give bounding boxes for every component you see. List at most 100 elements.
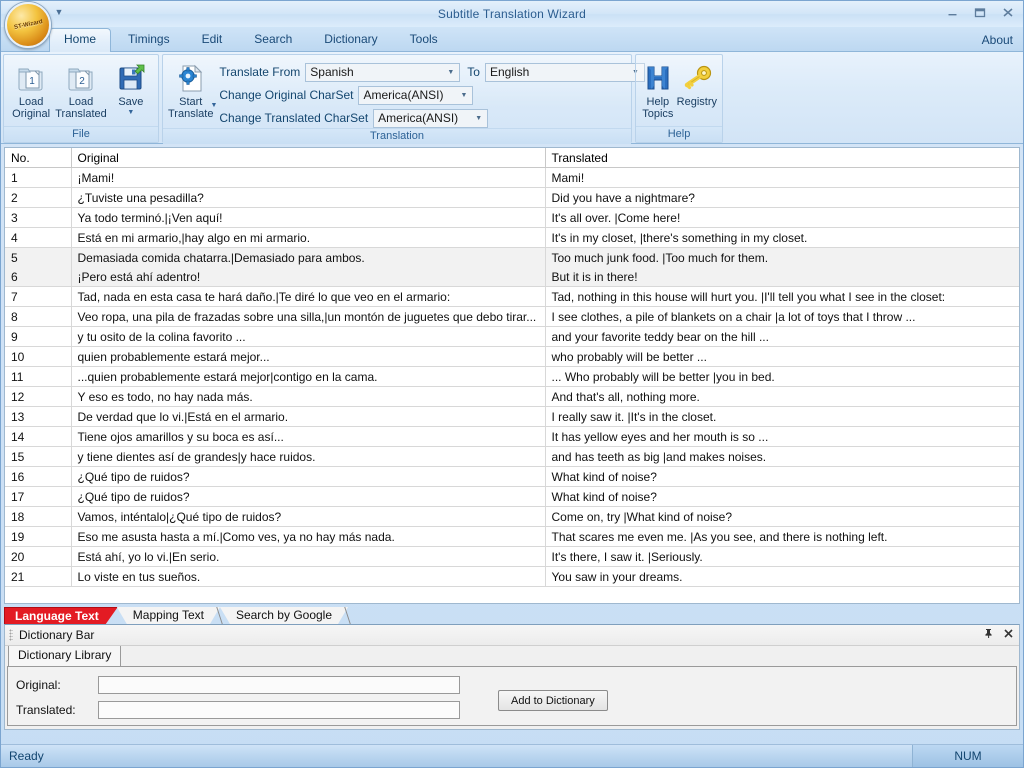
row-original-cell[interactable]: y tiene dientes así de grandes|y hace ru… — [71, 446, 546, 467]
row-translated-cell[interactable]: I really saw it. |It's in the closet. — [545, 406, 1019, 427]
row-original-cell[interactable]: Vamos, inténtalo|¿Qué tipo de ruidos? — [71, 506, 546, 527]
row-original-cell[interactable]: ...quien probablemente estará mejor|cont… — [71, 366, 546, 387]
table-row[interactable]: 15 y tiene dientes así de grandes|y hace … — [5, 446, 1019, 467]
row-translated-cell[interactable]: You saw in your dreams. — [545, 566, 1019, 587]
application-orb-button[interactable]: ST-Wizard — [5, 2, 51, 48]
row-original-cell[interactable]: Lo viste en tus sueños. — [71, 566, 546, 587]
row-original-cell[interactable]: quien probablemente estará mejor... — [71, 346, 546, 367]
tab-timings[interactable]: Timings — [113, 28, 185, 51]
drag-grip-icon[interactable] — [9, 629, 13, 641]
quick-access-toolbar-chevron-down-icon[interactable]: ▼ — [51, 5, 67, 19]
column-header-translated[interactable]: Translated — [545, 148, 1019, 168]
table-row[interactable]: 4 Está en mi armario,|hay algo en mi arma… — [5, 227, 1019, 248]
table-row[interactable]: 1 ¡Mami! Mami! — [5, 167, 1019, 188]
table-row[interactable]: 11 ...quien probablemente estará mejor|co… — [5, 366, 1019, 387]
maximize-restore-button[interactable] — [971, 4, 989, 20]
tab-search[interactable]: Search — [239, 28, 307, 51]
table-row[interactable]: 14 Tiene ojos amarillos y su boca es así.… — [5, 426, 1019, 447]
row-translated-cell[interactable]: ... Who probably will be better |you in … — [545, 366, 1019, 387]
about-link[interactable]: About — [982, 33, 1013, 47]
row-translated-cell[interactable]: And that's all, nothing more. — [545, 386, 1019, 407]
row-original-cell[interactable]: y tu osito de la colina favorito ... — [71, 326, 546, 347]
tab-dictionary[interactable]: Dictionary — [309, 28, 392, 51]
translated-charset-select[interactable]: America(ANSI) ▼ — [373, 108, 489, 128]
row-original-cell[interactable]: ¿Tuviste una pesadilla? — [71, 187, 546, 208]
row-translated-cell[interactable]: Come on, try |What kind of noise? — [545, 506, 1019, 527]
save-button[interactable]: Save ▼ — [108, 58, 154, 117]
table-row[interactable]: 17 ¿Qué tipo de ruidos? What kind of noise… — [5, 486, 1019, 507]
translate-from-select[interactable]: Spanish ▼ — [305, 62, 461, 82]
original-input[interactable] — [98, 676, 460, 694]
row-translated-cell[interactable]: and your favorite teddy bear on the hill… — [545, 326, 1019, 347]
row-translated-cell[interactable]: It's there, I saw it. |Seriously. — [545, 546, 1019, 567]
minimize-button[interactable] — [943, 4, 961, 20]
row-original-cell[interactable]: ¡Pero está ahí adentro! — [71, 267, 546, 287]
row-translated-cell[interactable]: But it is in there! — [545, 267, 1019, 287]
table-row[interactable]: 16 ¿Qué tipo de ruidos? What kind of noise… — [5, 466, 1019, 487]
row-translated-cell[interactable]: It's in my closet, |there's something in… — [545, 227, 1019, 248]
tab-home[interactable]: Home — [49, 28, 112, 52]
row-translated-cell[interactable]: That scares me even me. |As you see, and… — [545, 526, 1019, 547]
row-original-cell[interactable]: Demasiada comida chatarra.|Demasiado par… — [71, 247, 546, 267]
load-translated-button[interactable]: 2 Load Translated — [54, 58, 108, 121]
table-row[interactable]: 18 Vamos, inténtalo|¿Qué tipo de ruidos? C… — [5, 506, 1019, 527]
table-row[interactable]: 8 Veo ropa, una pila de frazadas sobre un… — [5, 306, 1019, 327]
row-translated-cell[interactable]: Mami! — [545, 167, 1019, 188]
row-translated-cell[interactable]: Too much junk food. |Too much for them. — [545, 247, 1019, 267]
table-row[interactable]: 9y tu osito de la colina favorito ... and… — [5, 326, 1019, 347]
start-translate-button[interactable]: Start Translate — [167, 58, 214, 121]
row-original-cell[interactable]: Está en mi armario,|hay algo en mi armar… — [71, 227, 546, 248]
table-row[interactable]: 20 Está ahí, yo lo vi.|En serio. It's ther… — [5, 546, 1019, 567]
pin-icon[interactable] — [983, 628, 994, 642]
row-original-cell[interactable]: Y eso es todo, no hay nada más. — [71, 386, 546, 407]
table-row[interactable]: 7 Tad, nada en esta casa te hará daño.|Te… — [5, 286, 1019, 307]
bottom-tab-search-by-google[interactable]: Search by Google — [220, 607, 348, 624]
row-original-cell[interactable]: Está ahí, yo lo vi.|En serio. — [71, 546, 546, 567]
row-original-cell[interactable]: De verdad que lo vi.|Está en el armario. — [71, 406, 546, 427]
save-chevron-down-icon[interactable]: ▼ — [127, 109, 134, 116]
row-original-cell[interactable]: Ya todo terminó.|¡Ven aquí! — [71, 207, 546, 228]
table-row[interactable]: 3 Ya todo terminó.|¡Ven aquí! It's all ove… — [5, 207, 1019, 228]
row-original-cell[interactable]: Eso me asusta hasta a mí.|Como ves, ya n… — [71, 526, 546, 547]
tab-edit[interactable]: Edit — [187, 28, 238, 51]
table-row[interactable]: 2 ¿Tuviste una pesadilla? Did you have a n… — [5, 187, 1019, 208]
row-translated-cell[interactable]: Tad, nothing in this house will hurt you… — [545, 286, 1019, 307]
row-translated-cell[interactable]: What kind of noise? — [545, 466, 1019, 487]
translate-to-select[interactable]: English ▼ — [484, 62, 645, 82]
row-translated-cell[interactable]: Did you have a nightmare? — [545, 187, 1019, 208]
tab-tools[interactable]: Tools — [395, 28, 453, 51]
original-charset-select[interactable]: America(ANSI) ▼ — [358, 85, 474, 105]
help-topics-button[interactable]: Help Topics — [640, 58, 676, 121]
row-original-cell[interactable]: ¿Qué tipo de ruidos? — [71, 486, 546, 507]
row-translated-cell[interactable]: It has yellow eyes and her mouth is so .… — [545, 426, 1019, 447]
row-translated-cell[interactable]: It's all over. |Come here! — [545, 207, 1019, 228]
bottom-tab-mapping-text[interactable]: Mapping Text — [117, 607, 220, 624]
table-row[interactable]: 5 Demasiada comida chatarra.|Demasiado pa… — [5, 247, 1019, 267]
row-translated-cell[interactable]: What kind of noise? — [545, 486, 1019, 507]
row-original-cell[interactable]: Tad, nada en esta casa te hará daño.|Te … — [71, 286, 546, 307]
add-to-dictionary-button[interactable]: Add to Dictionary — [498, 690, 608, 711]
table-row[interactable]: 10 quien probablemente estará mejor... who… — [5, 346, 1019, 367]
table-row[interactable]: 19 Eso me asusta hasta a mí.|Como ves, ya… — [5, 526, 1019, 547]
row-translated-cell[interactable]: and has teeth as big |and makes noises. — [545, 446, 1019, 467]
table-row[interactable]: 6 ¡Pero está ahí adentro! But it is in the… — [5, 267, 1019, 287]
column-header-no[interactable]: No. — [5, 148, 72, 168]
registry-button[interactable]: Registry — [676, 58, 718, 109]
bottom-tab-language-text[interactable]: Language Text — [4, 607, 118, 624]
table-row[interactable]: 12 Y eso es todo, no hay nada más. And tha… — [5, 386, 1019, 407]
column-header-original[interactable]: Original — [71, 148, 546, 168]
subtitle-grid[interactable]: No. Original Translated 1 ¡Mami! Mami! 2 ¿Tu… — [4, 147, 1020, 604]
row-translated-cell[interactable]: I see clothes, a pile of blankets on a c… — [545, 306, 1019, 327]
close-button[interactable] — [999, 4, 1017, 20]
close-icon[interactable] — [1003, 628, 1014, 642]
table-row[interactable]: 21 Lo viste en tus sueños. You saw in your… — [5, 566, 1019, 587]
row-original-cell[interactable]: ¡Mami! — [71, 167, 546, 188]
translated-input[interactable] — [98, 701, 460, 719]
table-row[interactable]: 13 De verdad que lo vi.|Está en el armari… — [5, 406, 1019, 427]
load-original-button[interactable]: 1 Load Original — [8, 58, 54, 121]
start-translate-chevron-down-icon[interactable]: ▼ — [210, 102, 217, 109]
row-translated-cell[interactable]: who probably will be better ... — [545, 346, 1019, 367]
row-original-cell[interactable]: ¿Qué tipo de ruidos? — [71, 466, 546, 487]
row-original-cell[interactable]: Veo ropa, una pila de frazadas sobre una… — [71, 306, 546, 327]
tab-dictionary-library[interactable]: Dictionary Library — [8, 645, 122, 667]
